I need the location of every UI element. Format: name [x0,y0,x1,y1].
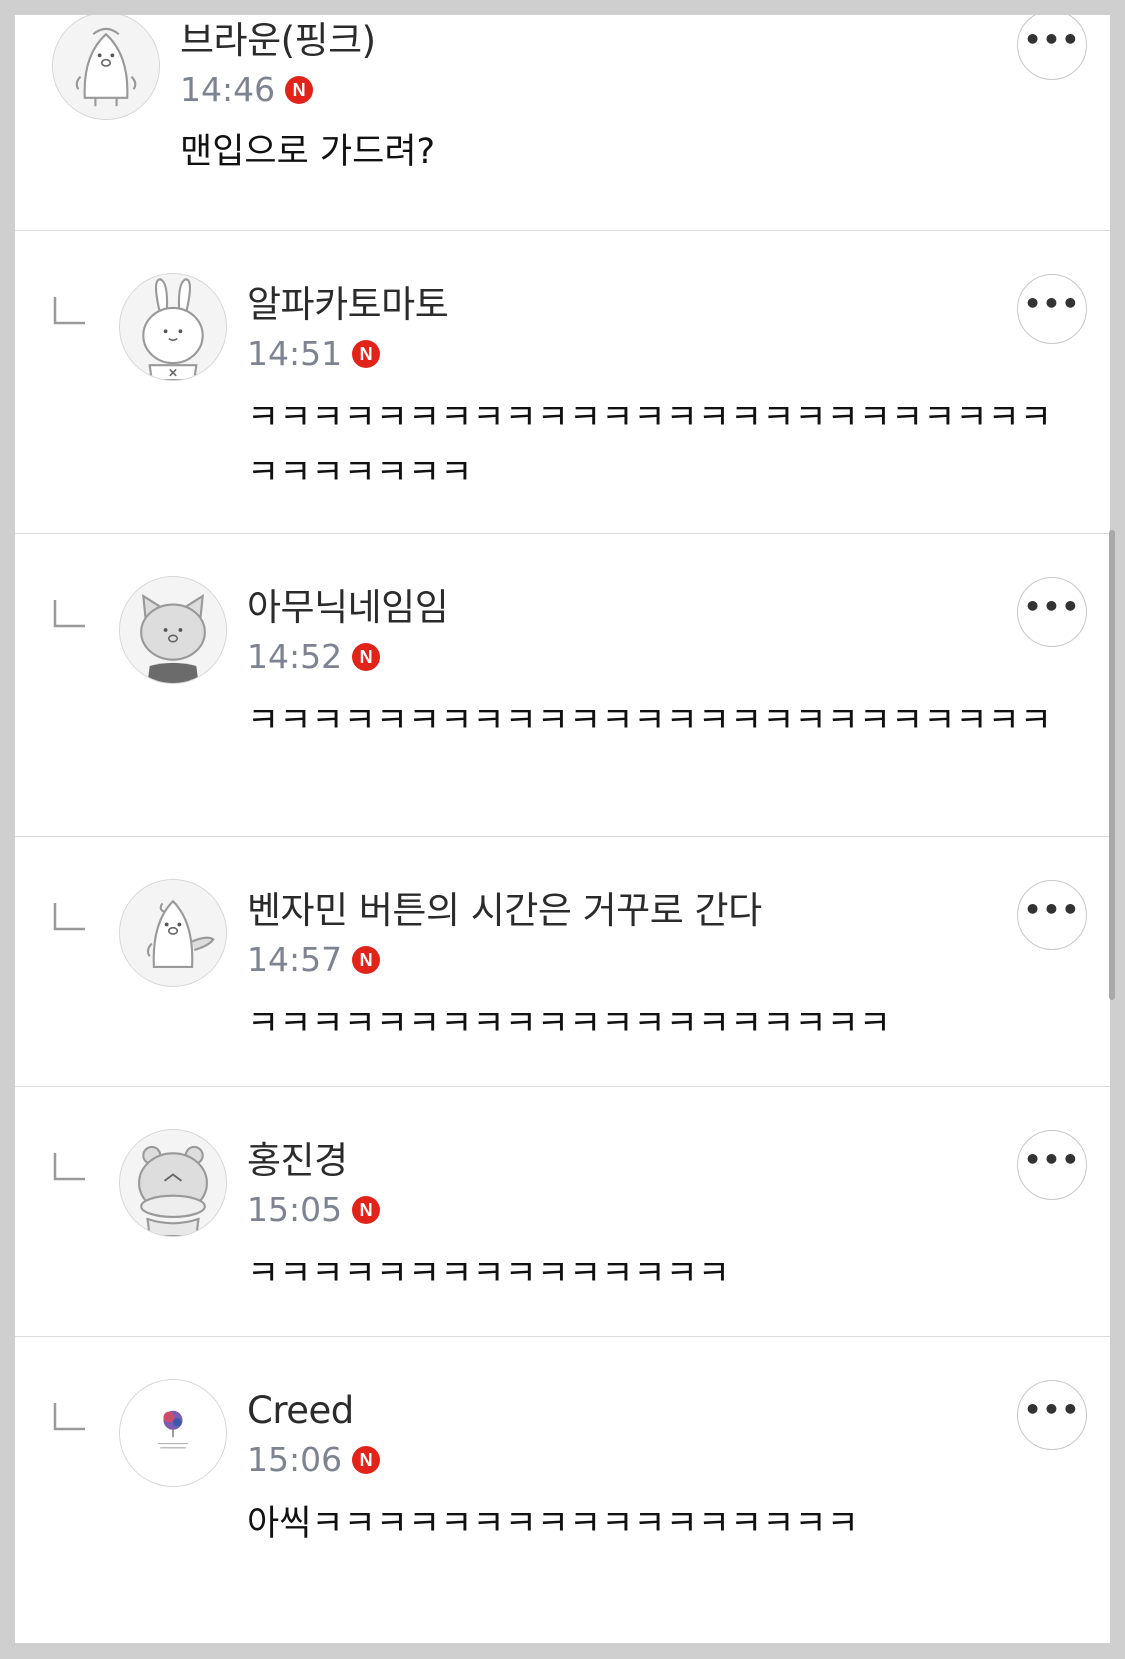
new-badge-icon: N [352,340,381,368]
rabbit-avatar-icon[interactable] [119,273,227,381]
comment-meta: 14:57 N [247,940,381,980]
comment-author[interactable]: 홍진경 [247,1139,348,1183]
comment-meta: 15:06 N [247,1440,381,1480]
comment-time: 15:05 [247,1190,343,1229]
cat-avatar-icon[interactable] [119,576,227,684]
comment-item: Creed 15:06 N 아씩ㅋㅋㅋㅋㅋㅋㅋㅋㅋㅋㅋㅋㅋㅋㅋㅋㅋ ••• [15,1337,1110,1643]
comment-time: 14:51 [247,334,343,373]
reply-arrow-icon [53,295,87,325]
new-badge-icon: N [352,946,381,974]
comment-item: 아무닉네임임 14:52 N ㅋㅋㅋㅋㅋㅋㅋㅋㅋㅋㅋㅋㅋㅋㅋㅋㅋㅋㅋㅋㅋㅋㅋㅋㅋ… [15,534,1110,837]
bear-avatar-icon[interactable] [119,1129,227,1237]
comment-item: 홍진경 15:05 N ㅋㅋㅋㅋㅋㅋㅋㅋㅋㅋㅋㅋㅋㅋㅋ ••• [15,1087,1110,1337]
ellipsis-icon: ••• [1023,287,1081,320]
comment-author[interactable]: 알파카토마토 [247,283,449,327]
new-badge-icon: N [352,1446,381,1474]
ellipsis-icon: ••• [1023,1393,1081,1426]
comment-author[interactable]: Creed [247,1389,354,1433]
comment-list-panel: 브라운(핑크) 14:46 N 맨입으로 가드려? ••• 알파카토마토 14:… [15,15,1110,1643]
reply-arrow-icon [53,1401,87,1431]
more-options-button[interactable]: ••• [1017,577,1087,647]
scrollbar[interactable] [1109,530,1115,1000]
comment-text: ㅋㅋㅋㅋㅋㅋㅋㅋㅋㅋㅋㅋㅋㅋㅋㅋㅋㅋㅋㅋ [247,1004,892,1044]
comment-author[interactable]: 브라운(핑크) [180,19,376,63]
penguin-wave-avatar-icon[interactable] [119,879,227,987]
comment-meta: 15:05 N [247,1190,381,1230]
new-badge-icon: N [352,643,381,671]
comment-text: 맨입으로 가드려? [180,132,436,172]
comment-time: 15:06 [247,1440,343,1479]
comment-meta: 14:51 N [247,334,381,374]
comment-meta: 14:52 N [247,637,381,677]
new-badge-icon: N [285,76,314,104]
comment-item: 브라운(핑크) 14:46 N 맨입으로 가드려? ••• [15,15,1110,231]
more-options-button[interactable]: ••• [1017,274,1087,344]
comment-meta: 14:46 N [180,70,314,110]
comment-time: 14:57 [247,940,343,979]
ellipsis-icon: ••• [1023,893,1081,926]
new-badge-icon: N [352,1196,381,1224]
photo-avatar-icon[interactable] [119,1379,227,1487]
comment-text: ㅋㅋㅋㅋㅋㅋㅋㅋㅋㅋㅋㅋㅋㅋㅋㅋㅋㅋㅋㅋㅋㅋㅋㅋㅋㅋㅋㅋㅋㅋㅋㅋ [247,398,1053,493]
comment-time: 14:46 [180,70,276,109]
reply-arrow-icon [53,1151,87,1181]
ellipsis-icon: ••• [1023,23,1081,56]
comment-author[interactable]: 아무닉네임임 [247,586,449,630]
more-options-button[interactable]: ••• [1017,1380,1087,1450]
comment-text: ㅋㅋㅋㅋㅋㅋㅋㅋㅋㅋㅋㅋㅋㅋㅋ [247,1254,731,1294]
comment-text: 아씩ㅋㅋㅋㅋㅋㅋㅋㅋㅋㅋㅋㅋㅋㅋㅋㅋㅋ [247,1504,859,1544]
comment-item: 알파카토마토 14:51 N ㅋㅋㅋㅋㅋㅋㅋㅋㅋㅋㅋㅋㅋㅋㅋㅋㅋㅋㅋㅋㅋㅋㅋㅋㅋ… [15,231,1110,534]
more-options-button[interactable]: ••• [1017,880,1087,950]
comment-text: ㅋㅋㅋㅋㅋㅋㅋㅋㅋㅋㅋㅋㅋㅋㅋㅋㅋㅋㅋㅋㅋㅋㅋㅋㅋ [247,701,1053,741]
reply-arrow-icon [53,901,87,931]
more-options-button[interactable]: ••• [1017,1130,1087,1200]
comment-item: 벤자민 버튼의 시간은 거꾸로 간다 14:57 N ㅋㅋㅋㅋㅋㅋㅋㅋㅋㅋㅋㅋㅋ… [15,837,1110,1087]
penguin-avatar-icon[interactable] [52,15,160,120]
more-options-button[interactable]: ••• [1017,15,1087,80]
ellipsis-icon: ••• [1023,590,1081,623]
ellipsis-icon: ••• [1023,1143,1081,1176]
comment-author[interactable]: 벤자민 버튼의 시간은 거꾸로 간다 [247,889,762,933]
comment-time: 14:52 [247,637,343,676]
reply-arrow-icon [53,598,87,628]
